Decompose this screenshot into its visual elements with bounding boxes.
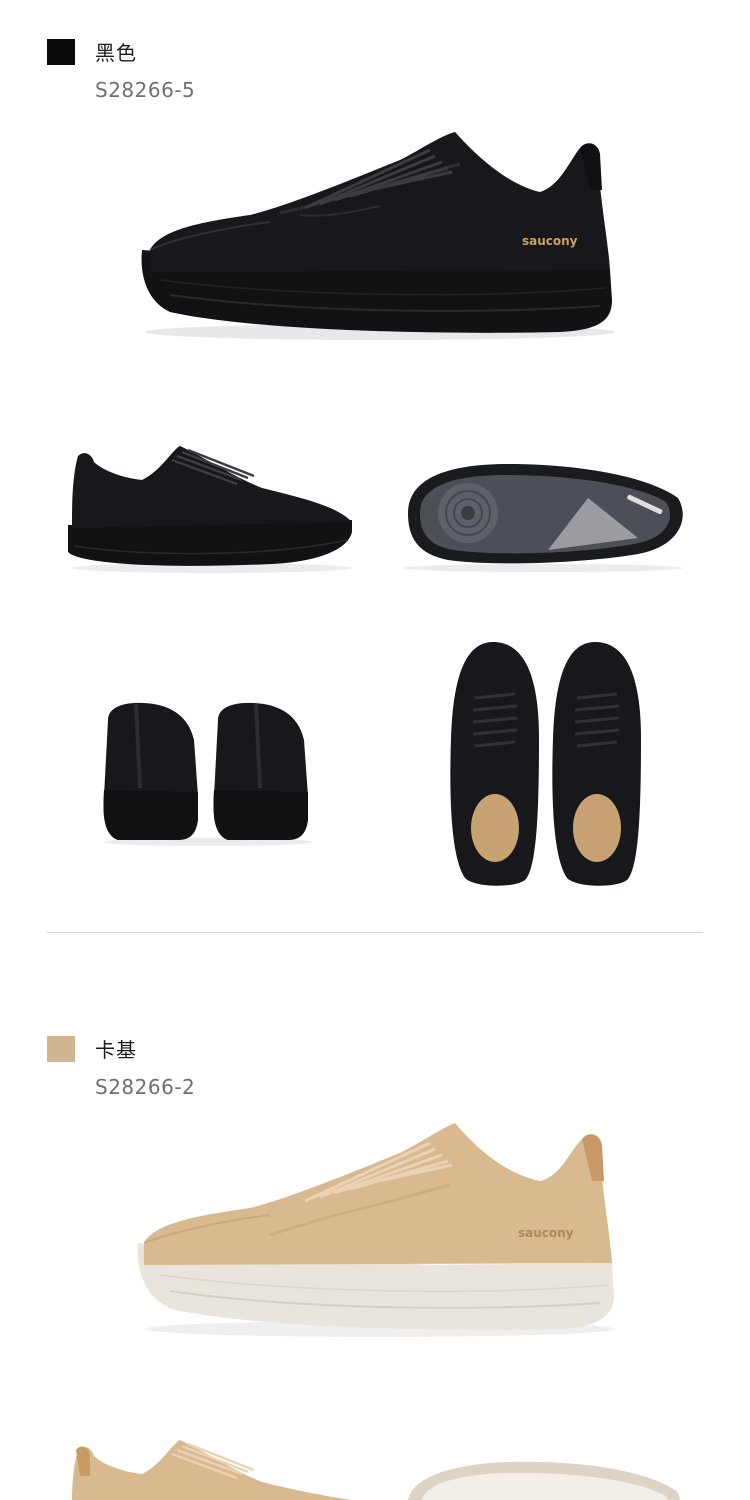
brand-logo: saucony (518, 1226, 574, 1240)
sku-label: S28266-5 (95, 78, 196, 102)
product-image-side-view-black: saucony (141, 132, 615, 340)
sku-label: S28266-2 (95, 1075, 196, 1099)
color-swatch-khaki (47, 1036, 75, 1062)
product-image-top-view-black (450, 642, 641, 886)
product-image-outsole-black (403, 464, 683, 572)
color-swatch-black (47, 39, 75, 65)
color-name-label: 卡基 (95, 1038, 137, 1062)
brand-logo: saucony (522, 234, 578, 248)
section-divider (47, 932, 703, 933)
product-image-left-side-black (68, 446, 352, 573)
color-name-label: 黑色 (95, 41, 137, 65)
product-image-side-view-khaki: saucony (137, 1123, 615, 1337)
product-image-outsole-khaki (408, 1461, 680, 1500)
product-image-left-side-khaki (72, 1440, 352, 1500)
product-image-back-view-black (103, 702, 313, 846)
